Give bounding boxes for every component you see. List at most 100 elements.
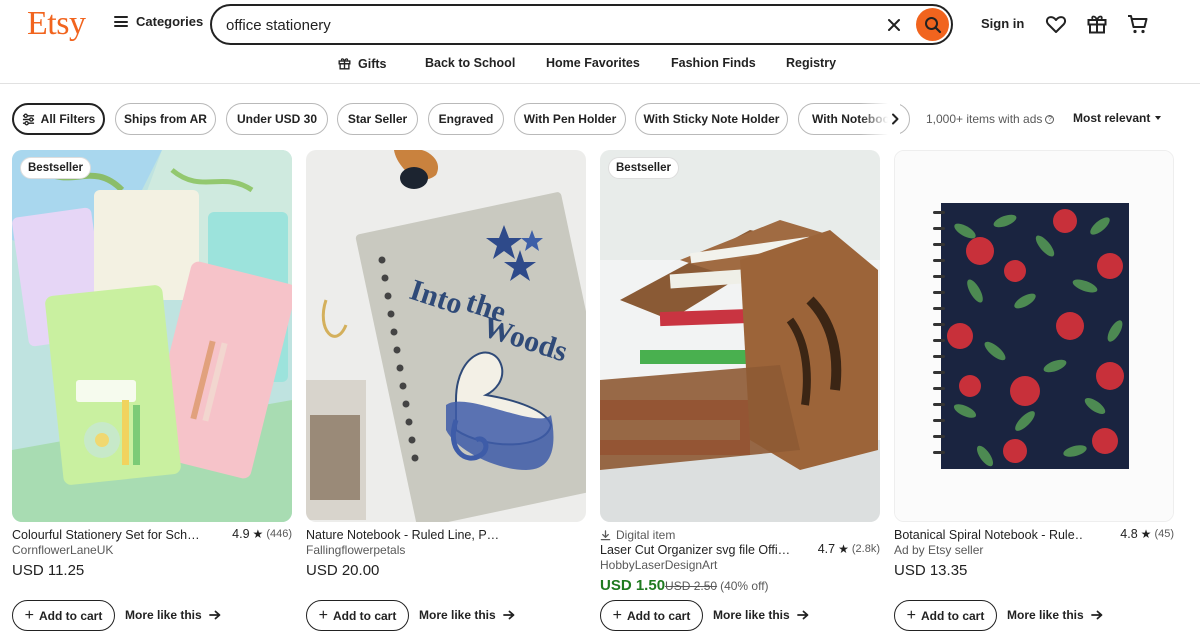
product-title[interactable]: Botanical Spiral Notebook - Rule… <box>894 528 1084 542</box>
product-price: USD 13.35 <box>894 562 968 579</box>
more-like-this-link[interactable]: More like this <box>1007 608 1103 622</box>
discount-percent: (40% off) <box>720 579 769 593</box>
product-rating: 4.8 ★ (45) <box>1120 527 1174 541</box>
filter-sliders-icon <box>22 113 34 125</box>
plus-icon: + <box>906 606 916 624</box>
arrow-right-icon <box>1090 610 1103 620</box>
more-like-this-link[interactable]: More like this <box>713 608 809 622</box>
product-image[interactable]: Bestseller <box>12 150 292 522</box>
add-to-cart-label: Add to cart <box>627 608 691 623</box>
seller-name[interactable]: HobbyLaserDesignArt <box>600 558 717 572</box>
product-price: USD 1.50USD 2.50 (40% off) <box>600 577 769 594</box>
chevron-right-icon[interactable] <box>888 112 902 126</box>
plus-icon: + <box>318 606 328 624</box>
add-to-cart-label: Add to cart <box>921 608 985 623</box>
add-to-cart-button[interactable]: + Add to cart <box>600 600 703 631</box>
etsy-logo[interactable]: Etsy <box>27 5 86 43</box>
sale-price: USD 1.50 <box>600 577 666 594</box>
filter-chip-engraved[interactable]: Engraved <box>428 103 504 135</box>
product-title[interactable]: Laser Cut Organizer svg file Offi… <box>600 543 805 557</box>
gift-icon[interactable] <box>1085 12 1109 36</box>
caret-down-icon <box>1155 116 1162 120</box>
review-count: (2.8k) <box>851 543 880 555</box>
rating-value: 4.8 <box>1120 527 1138 541</box>
info-icon[interactable]: ? <box>1045 114 1055 124</box>
seller-name[interactable]: Fallingflowerpetals <box>306 543 405 557</box>
star-icon: ★ <box>252 527 264 541</box>
category-nav: Gifts Back to School Home Favorites Fash… <box>0 48 1200 84</box>
nav-back-to-school[interactable]: Back to School <box>425 56 515 70</box>
product-title[interactable]: Colourful Stationery Set for Sch… <box>12 528 202 542</box>
nav-label: Gifts <box>358 56 387 71</box>
product-card: Into the Woods Nature Notebook - Ruled L… <box>306 150 586 643</box>
clear-search-icon[interactable] <box>884 15 904 35</box>
bestseller-badge: Bestseller <box>608 157 679 179</box>
product-image[interactable]: Into the Woods <box>306 150 586 522</box>
categories-button[interactable]: Categories <box>114 14 203 29</box>
sign-in-link[interactable]: Sign in <box>981 16 1024 31</box>
product-rating: 4.7 ★ (2.8k) <box>818 542 880 556</box>
review-count: (45) <box>1154 528 1174 540</box>
more-like-label: More like this <box>713 608 790 622</box>
filter-chip-star-seller[interactable]: Star Seller <box>337 103 418 135</box>
gift-icon <box>338 58 351 70</box>
product-price: USD 20.00 <box>306 562 380 579</box>
review-count: (446) <box>266 528 292 540</box>
add-to-cart-label: Add to cart <box>39 608 103 623</box>
nav-fashion-finds[interactable]: Fashion Finds <box>671 56 756 70</box>
more-like-this-link[interactable]: More like this <box>419 608 515 622</box>
add-to-cart-button[interactable]: + Add to cart <box>894 600 997 631</box>
more-like-label: More like this <box>125 608 202 622</box>
bestseller-badge: Bestseller <box>20 157 91 179</box>
product-card: Bestseller Colourful Stationery Set for … <box>12 150 292 643</box>
rating-value: 4.7 <box>817 542 836 556</box>
sort-dropdown[interactable]: Most relevant <box>1073 111 1162 125</box>
results-count: 1,000+ items with ads ? <box>926 112 1055 126</box>
ad-seller-label: Ad by Etsy seller <box>894 543 984 557</box>
search-bar <box>210 4 953 45</box>
star-icon: ★ <box>838 542 849 556</box>
add-to-cart-button[interactable]: + Add to cart <box>306 600 409 631</box>
plus-icon: + <box>612 606 622 624</box>
rating-value: 4.9 <box>232 527 250 541</box>
product-image[interactable]: Bestseller <box>600 150 880 522</box>
digital-item-text: Digital item <box>616 528 676 542</box>
plus-icon: + <box>24 606 34 624</box>
arrow-right-icon <box>502 610 515 620</box>
product-title[interactable]: Nature Notebook - Ruled Line, P… <box>306 528 499 542</box>
seller-name[interactable]: CornflowerLaneUK <box>12 543 113 557</box>
product-card: Botanical Spiral Notebook - Rule… 4.8 ★ … <box>894 150 1174 643</box>
search-input[interactable] <box>226 14 866 36</box>
all-filters-button[interactable]: All Filters <box>12 103 105 135</box>
search-icon <box>924 16 941 33</box>
more-like-label: More like this <box>1007 608 1084 622</box>
site-header: Etsy Categories Sign in <box>0 0 1200 48</box>
filter-bar: All Filters Ships from AR Under USD 30 S… <box>0 103 1200 136</box>
sort-label: Most relevant <box>1073 111 1151 125</box>
product-image[interactable] <box>894 150 1174 522</box>
filter-chip-pen-holder[interactable]: With Pen Holder <box>514 103 626 135</box>
product-rating: 4.9 ★ (446) <box>232 527 292 541</box>
search-button[interactable] <box>916 8 949 41</box>
all-filters-label: All Filters <box>40 112 96 126</box>
add-to-cart-label: Add to cart <box>333 608 397 623</box>
filter-chip-under-usd-30[interactable]: Under USD 30 <box>226 103 328 135</box>
product-price: USD 11.25 <box>12 562 85 579</box>
nav-registry[interactable]: Registry <box>786 56 836 70</box>
nav-home-favorites[interactable]: Home Favorites <box>546 56 640 70</box>
star-icon: ★ <box>1140 527 1152 541</box>
results-count-text: 1,000+ items with ads <box>926 112 1043 126</box>
cart-icon[interactable] <box>1126 12 1150 36</box>
product-card: Bestseller Digital item Laser Cut Organi… <box>600 150 880 643</box>
more-like-this-link[interactable]: More like this <box>125 608 221 622</box>
hamburger-icon <box>114 16 128 27</box>
categories-label: Categories <box>136 14 204 29</box>
filter-chip-ships-from-ar[interactable]: Ships from AR <box>115 103 216 135</box>
original-price: USD 2.50 <box>665 579 718 593</box>
add-to-cart-button[interactable]: + Add to cart <box>12 600 115 631</box>
nav-gifts[interactable]: Gifts <box>337 56 386 71</box>
download-icon <box>600 529 611 540</box>
more-like-label: More like this <box>419 608 496 622</box>
filter-chip-sticky-note-holder[interactable]: With Sticky Note Holder <box>635 103 788 135</box>
heart-icon[interactable] <box>1044 12 1068 36</box>
